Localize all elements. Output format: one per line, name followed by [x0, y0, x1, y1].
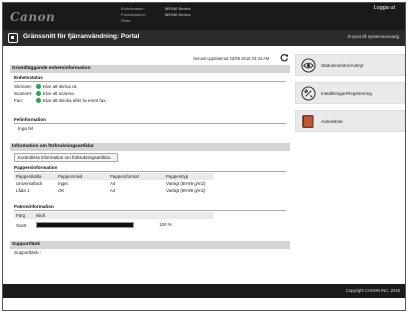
- device-info: Enhetsnamn: MF240 Series Produktnamn: MF24…: [121, 6, 191, 24]
- section-header-consumables: Information om förbrukningsartiklar: [10, 143, 290, 151]
- footer: Copyright CANON INC. 2016: [3, 284, 405, 298]
- settings-icon: [301, 86, 316, 101]
- brand-logo: Canon: [10, 10, 56, 24]
- check-consumables-button[interactable]: Kontrollera information om förbrukningsa…: [14, 153, 118, 162]
- side-menu: Statusmonitor/Avbryt Inställningar/Regis…: [295, 54, 405, 138]
- side-menu-status-monitor[interactable]: Statusmonitor/Avbryt: [295, 54, 405, 76]
- address-book-icon: [301, 114, 316, 129]
- error-info-value: Inga fel: [18, 126, 34, 131]
- status-row: Scanner: Klar att scanna.: [14, 91, 75, 96]
- page-title: Gränssnitt för fjärranvändning: Portal: [23, 33, 140, 40]
- logout-link[interactable]: Logga ut: [374, 5, 395, 11]
- cartridge-info-title: Patroninformation: [14, 204, 54, 209]
- status-row: Fax: Klar att skicka eller ta emot fax.: [14, 98, 107, 103]
- status-row: Skrivare: Klar att skriva ut.: [14, 84, 78, 89]
- email-admin-link[interactable]: E-post till systemansvarig: [348, 34, 399, 39]
- toner-level-text: 100 %: [159, 222, 172, 228]
- paper-table: Papperskälla Pappersnivå Pappersformat P…: [14, 173, 214, 194]
- device-status-title: Enhetsstatus: [14, 75, 43, 80]
- toner-level-fill: [37, 223, 133, 227]
- ok-status-icon: [36, 84, 41, 89]
- main-content: Grundläggande enhetsinformation Enhetsst…: [10, 65, 290, 256]
- support-link[interactable]: Supportlänk :: [10, 249, 290, 256]
- portal-logo-icon: [8, 33, 18, 43]
- status-monitor-icon: [301, 58, 316, 73]
- error-info-title: Felinformation: [14, 117, 46, 122]
- table-row: Svart 100 %: [16, 222, 172, 228]
- copyright-text: Copyright CANON INC. 2016: [345, 288, 400, 293]
- ok-status-icon: [36, 91, 41, 96]
- table-row: Universalfack Inget A4 Vanligt (60-89 g/…: [16, 181, 206, 186]
- side-menu-label: Inställningar/Registrering: [321, 91, 372, 96]
- paper-info-title: Pappersinformation: [14, 165, 58, 170]
- section-header-device-basic: Grundläggande enhetsinformation: [10, 65, 290, 73]
- cartridge-table: Färg Nivå Svart 100 %: [14, 212, 214, 229]
- side-menu-address-book[interactable]: Adressbok: [295, 110, 405, 132]
- paper-table-header: Papperskälla Pappersnivå Pappersformat P…: [14, 173, 214, 180]
- device-info-row: Plats:: [121, 18, 132, 23]
- last-updated-text: Senast uppdaterad:23/06 2016 03:34 AM: [193, 56, 270, 61]
- cartridge-table-header: Färg Nivå: [14, 212, 214, 219]
- side-menu-settings[interactable]: Inställningar/Registrering: [295, 82, 405, 104]
- ok-status-icon: [36, 98, 41, 103]
- section-header-support: Supportlänk: [10, 241, 290, 249]
- table-row: Låda 1 OK A4 Vanligt (60-89 g/m2): [16, 188, 206, 193]
- toner-level-bar: [36, 222, 134, 228]
- title-bar: Gränssnitt för fjärranvändning: Portal E…: [3, 30, 405, 46]
- side-menu-label: Adressbok: [321, 119, 343, 124]
- side-menu-label: Statusmonitor/Avbryt: [321, 63, 364, 68]
- top-bar: Canon Enhetsnamn: MF240 Series Produktnam…: [3, 3, 405, 30]
- refresh-icon[interactable]: [280, 53, 289, 62]
- browser-frame: Canon Enhetsnamn: MF240 Series Produktnam…: [2, 2, 406, 311]
